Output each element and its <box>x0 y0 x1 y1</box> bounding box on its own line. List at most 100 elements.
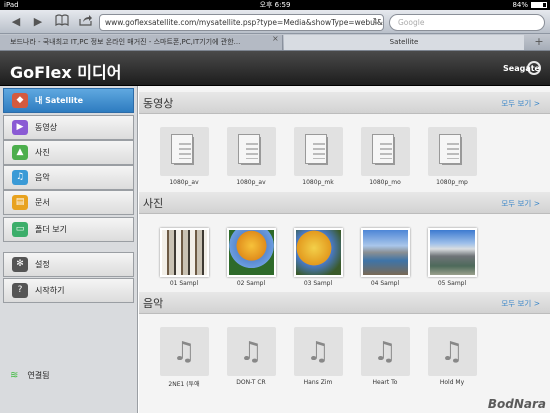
sidebar: ◆ 내 Satellite ▶ 동영상 ▲ 사진 ♫ 음악 ▤ 문서 ▭ 폴더 … <box>0 86 138 413</box>
url-text: www.goflexsatellite.com/mysatellite.psp?… <box>105 18 383 27</box>
sidebar-item-label: 설정 <box>35 260 50 269</box>
forward-icon[interactable]: ▶ <box>28 14 48 30</box>
photo-thumbnail-lake <box>360 228 410 277</box>
item-caption: 1080p_mp <box>436 179 468 186</box>
photo-item[interactable]: 04 Sampl <box>356 228 414 287</box>
video-item[interactable]: 1080p_av <box>155 127 213 186</box>
back-icon[interactable]: ◀ <box>6 14 26 30</box>
brand-logo: Seagate <box>503 59 543 79</box>
music-thumbnail: ♫ <box>293 327 343 376</box>
section-header-music: 음악 모두 보기 > <box>139 292 550 314</box>
music-item[interactable]: ♫ Hans Zim <box>289 327 347 386</box>
music-item[interactable]: ♫ 2NE1 (투애 <box>155 327 213 388</box>
video-thumbnail <box>226 127 276 176</box>
reload-icon[interactable]: ↻ <box>372 15 380 30</box>
item-caption: 1080p_mo <box>369 179 401 186</box>
video-item[interactable]: 1080p_mk <box>289 127 347 186</box>
sidebar-item-label: 사진 <box>35 148 50 157</box>
item-caption: Heart To <box>372 379 398 386</box>
section-title: 동영상 <box>143 97 174 110</box>
sidebar-item-videos[interactable]: ▶ 동영상 <box>3 115 134 140</box>
sidebar-item-folder-view[interactable]: ▭ 폴더 보기 <box>3 217 134 242</box>
music-item[interactable]: ♫ Heart To <box>356 327 414 386</box>
video-thumbnail <box>360 127 410 176</box>
sidebar-item-my-satellite[interactable]: ◆ 내 Satellite <box>3 88 134 113</box>
movie-icon: ▶ <box>12 120 28 135</box>
view-all-link[interactable]: 모두 보기 > <box>501 298 540 309</box>
item-caption: 04 Sampl <box>370 280 400 287</box>
item-caption: 1080p_av <box>169 179 199 186</box>
gear-icon: ✻ <box>12 257 28 272</box>
photo-thumbnail-leaves <box>293 228 343 277</box>
sidebar-item-label: 내 Satellite <box>35 96 84 105</box>
share-icon[interactable] <box>76 14 96 30</box>
browser-toolbar: ◀ ▶ www.goflexsatellite.com/mysatellite.… <box>0 10 550 34</box>
music-item[interactable]: ♫ Hold My <box>423 327 481 386</box>
document-icon: ▤ <box>12 195 28 210</box>
tab-label: 보드나라 - 국내최고 IT,PC 정보 온라인 매거진 - 스마트폰,PC,I… <box>10 38 241 46</box>
tab-bar: 보드나라 - 국내최고 IT,PC 정보 온라인 매거진 - 스마트폰,PC,I… <box>0 34 550 51</box>
bookmarks-icon[interactable] <box>52 14 72 30</box>
sidebar-item-documents[interactable]: ▤ 문서 <box>3 190 134 215</box>
view-all-link[interactable]: 모두 보기 > <box>501 198 540 209</box>
folder-icon: ▭ <box>12 222 28 237</box>
search-placeholder: Google <box>398 18 425 27</box>
sidebar-item-settings[interactable]: ✻ 설정 <box>3 252 134 277</box>
music-thumbnail: ♫ <box>427 327 477 376</box>
tab-bodnara[interactable]: 보드나라 - 국내최고 IT,PC 정보 온라인 매거진 - 스마트폰,PC,I… <box>0 35 283 50</box>
video-item[interactable]: 1080p_mp <box>423 127 481 186</box>
main-content: 동영상 모두 보기 > 1080p_av 1080p_av 1080p_mk 1… <box>139 86 550 413</box>
music-thumbnail: ♫ <box>159 327 209 376</box>
battery-percent: 84% <box>512 1 528 9</box>
music-thumbnail: ♫ <box>360 327 410 376</box>
music-note-icon: ♫ <box>306 337 330 367</box>
close-tab-icon[interactable]: × <box>272 34 279 43</box>
section-title: 사진 <box>143 197 164 210</box>
sidebar-item-get-started[interactable]: ? 시작하기 <box>3 278 134 303</box>
watermark: BodNara <box>487 397 546 411</box>
item-caption: 1080p_av <box>236 179 266 186</box>
music-item[interactable]: ♫ DON-T CR <box>222 327 280 386</box>
search-input[interactable]: Google <box>389 14 545 31</box>
sidebar-item-photos[interactable]: ▲ 사진 <box>3 140 134 165</box>
music-note-icon: ♫ <box>239 337 263 367</box>
item-caption: 1080p_mk <box>302 179 334 186</box>
tab-satellite[interactable]: Satellite <box>284 35 524 50</box>
connection-label: 연결됨 <box>27 371 50 380</box>
item-caption: Hold My <box>439 379 465 386</box>
photo-icon: ▲ <box>12 145 28 160</box>
music-note-icon: ♫ <box>172 337 196 367</box>
video-thumbnail <box>293 127 343 176</box>
tab-label: Satellite <box>389 38 419 46</box>
video-item[interactable]: 1080p_av <box>222 127 280 186</box>
sidebar-item-label: 문서 <box>35 198 50 207</box>
app-title: GoFlex 미디어 <box>10 63 122 82</box>
address-bar[interactable]: www.goflexsatellite.com/mysatellite.psp?… <box>99 14 384 31</box>
music-icon: ♫ <box>12 170 28 185</box>
music-thumbnail: ♫ <box>226 327 276 376</box>
photo-thumbnail-mountain <box>427 228 477 277</box>
section-header-photos: 사진 모두 보기 > <box>139 192 550 214</box>
item-caption: 05 Sampl <box>437 280 467 287</box>
new-tab-button[interactable]: + <box>532 35 546 49</box>
photo-item[interactable]: 03 Sampl <box>289 228 347 287</box>
video-item[interactable]: 1080p_mo <box>356 127 414 186</box>
battery-icon <box>531 2 547 8</box>
view-all-link[interactable]: 모두 보기 > <box>501 98 540 109</box>
item-caption: 03 Sampl <box>303 280 333 287</box>
help-icon: ? <box>12 283 28 298</box>
music-note-icon: ♫ <box>373 337 397 367</box>
sidebar-item-label: 폴더 보기 <box>35 225 67 234</box>
photo-thumbnail-autumn <box>226 228 276 277</box>
item-caption: 01 Sampl <box>169 280 199 287</box>
photo-item[interactable]: 01 Sampl <box>155 228 213 287</box>
music-note-icon: ♫ <box>440 337 464 367</box>
wifi-icon: ≋ <box>10 370 19 381</box>
item-caption: 2NE1 (투애 <box>168 381 200 388</box>
app-header: GoFlex 미디어 Seagate <box>0 51 550 86</box>
photo-item[interactable]: 02 Sampl <box>222 228 280 287</box>
clock: 오후 6:59 <box>259 1 291 9</box>
photo-item[interactable]: 05 Sampl <box>423 228 481 287</box>
section-title: 음악 <box>143 297 164 310</box>
sidebar-item-music[interactable]: ♫ 음악 <box>3 165 134 190</box>
